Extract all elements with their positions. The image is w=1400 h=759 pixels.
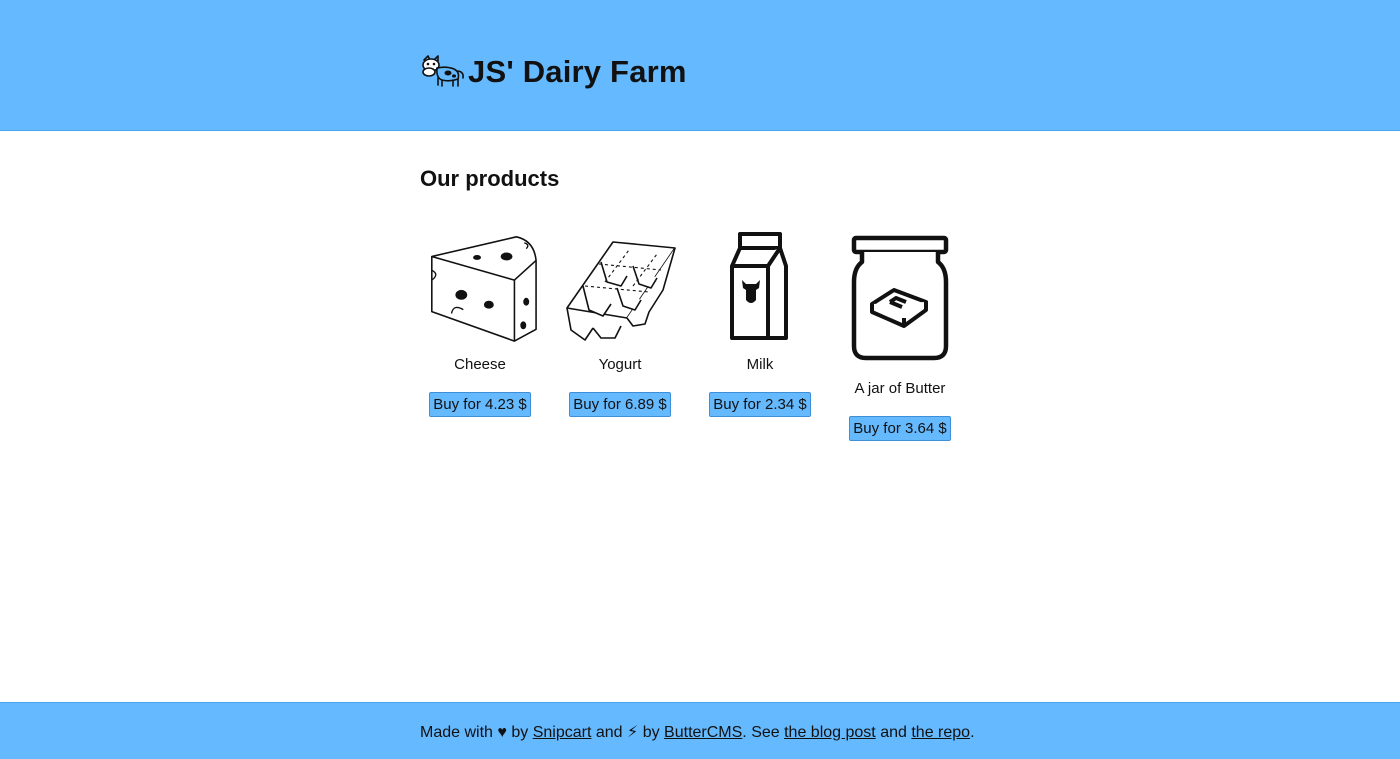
product-card-butter: A jar of Butter Buy for 3.64 $ <box>840 230 960 441</box>
footer-text: by <box>511 724 529 741</box>
product-card-cheese: Cheese Buy for 4.23 $ <box>420 230 540 441</box>
buy-button-milk[interactable]: Buy for 2.34 $ <box>709 392 811 417</box>
product-card-yogurt: Yogurt Buy for 6.89 $ <box>560 230 680 441</box>
repo-link[interactable]: the repo <box>911 724 970 741</box>
site-header: JS' Dairy Farm <box>0 0 1400 131</box>
product-image <box>420 230 540 346</box>
footer-credits: Made with ♥ by Snipcart and ⚡ by ButterC… <box>420 722 975 742</box>
footer-text: Made with <box>420 724 493 741</box>
buttercms-link[interactable]: ButterCMS <box>664 724 742 741</box>
buy-button-yogurt[interactable]: Buy for 6.89 $ <box>569 392 671 417</box>
product-name: Cheese <box>454 356 506 373</box>
blog-post-link[interactable]: the blog post <box>784 724 876 741</box>
product-image <box>700 230 820 346</box>
product-name: A jar of Butter <box>854 380 946 397</box>
brand[interactable]: JS' Dairy Farm <box>420 50 687 94</box>
product-name: Yogurt <box>598 356 642 373</box>
buy-button-cheese[interactable]: Buy for 4.23 $ <box>429 392 531 417</box>
product-card-milk: Milk Buy for 2.34 $ <box>700 230 820 441</box>
snipcart-link[interactable]: Snipcart <box>533 724 592 741</box>
product-name: Milk <box>746 356 774 373</box>
product-image <box>560 230 680 346</box>
footer-text: and <box>595 724 623 741</box>
heart-icon: ♥ <box>497 724 507 741</box>
site-title: JS' Dairy Farm <box>468 54 687 89</box>
lightning-icon: ⚡ <box>627 724 639 741</box>
cow-icon <box>422 55 464 87</box>
butter-jar-icon <box>851 235 949 361</box>
cheese-icon <box>431 236 537 342</box>
footer-text: and <box>880 724 907 741</box>
site-footer: Made with ♥ by Snipcart and ⚡ by ButterC… <box>0 702 1400 759</box>
footer-text: by <box>642 724 660 741</box>
yogurt-icon <box>566 241 676 341</box>
page-title: Our products <box>420 166 560 191</box>
milk-carton-icon <box>730 232 788 340</box>
footer-text: . <box>970 724 975 741</box>
buy-button-butter[interactable]: Buy for 3.64 $ <box>849 416 951 441</box>
product-image <box>840 230 960 370</box>
product-list: Cheese Buy for 4.23 $ Yogurt Buy for 6.8… <box>420 230 960 441</box>
footer-text: . See <box>742 724 780 741</box>
